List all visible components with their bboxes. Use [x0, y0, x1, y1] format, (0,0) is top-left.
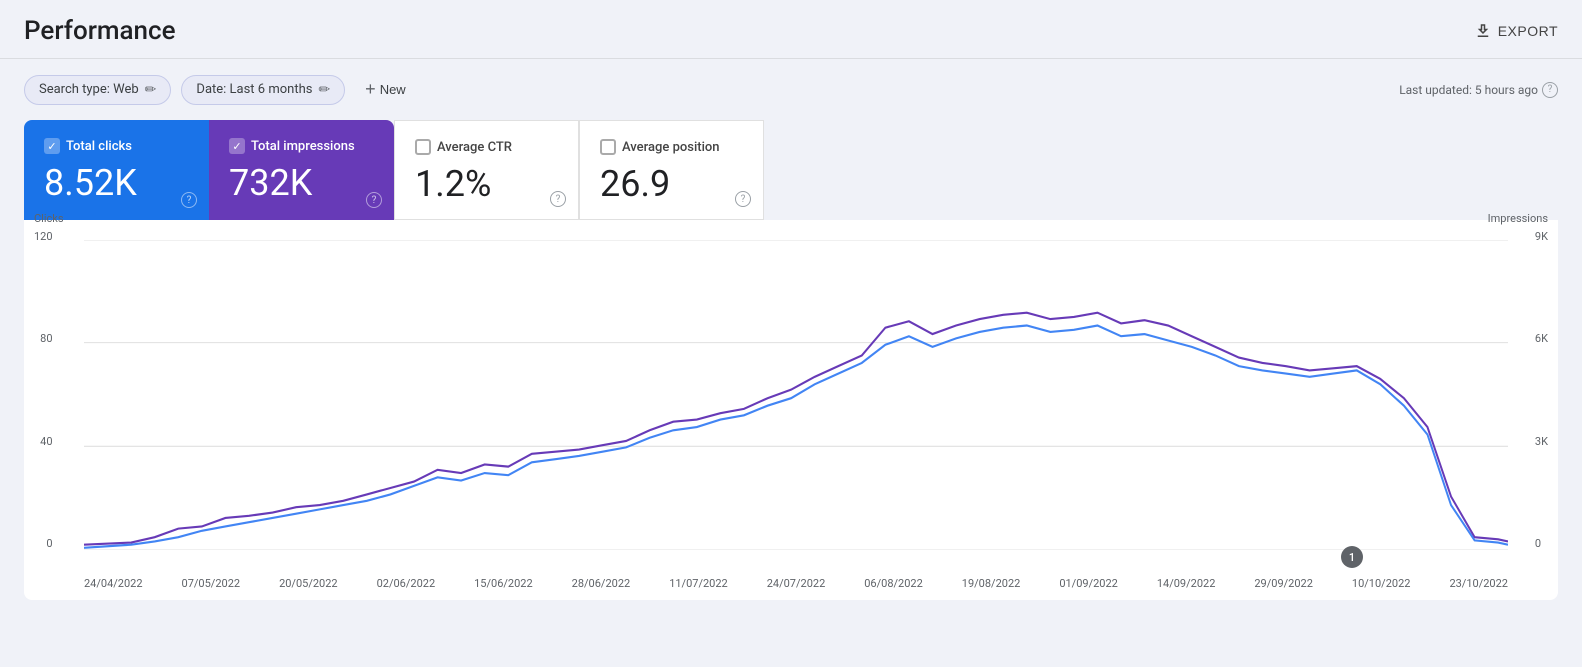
- x-label-8: 06/08/2022: [864, 577, 923, 590]
- last-updated: Last updated: 5 hours ago ?: [1399, 82, 1558, 98]
- x-label-1: 07/05/2022: [182, 577, 241, 590]
- clicks-checkbox: [44, 138, 60, 154]
- metric-position-value: 26.9: [600, 163, 743, 205]
- y-left-axis: 120 80 40 0: [34, 230, 53, 550]
- ctr-checkbox: [415, 139, 431, 155]
- edit-icon-date: ✏: [318, 82, 330, 98]
- x-label-14: 23/10/2022: [1449, 577, 1508, 590]
- page-header: Performance EXPORT: [0, 0, 1582, 59]
- x-label-4: 15/06/2022: [474, 577, 533, 590]
- date-filter[interactable]: Date: Last 6 months ✏: [181, 75, 345, 105]
- x-label-11: 14/09/2022: [1157, 577, 1216, 590]
- search-type-label: Search type: Web: [39, 82, 139, 97]
- annotation-dot-1[interactable]: 1: [1341, 546, 1363, 568]
- impressions-help-icon[interactable]: ?: [366, 192, 382, 208]
- x-label-5: 28/06/2022: [572, 577, 631, 590]
- x-label-12: 29/09/2022: [1254, 577, 1313, 590]
- search-type-filter[interactable]: Search type: Web ✏: [24, 75, 171, 105]
- y-right-label: Impressions: [1488, 212, 1548, 225]
- export-button[interactable]: EXPORT: [1474, 22, 1558, 40]
- new-button[interactable]: + New: [355, 73, 416, 106]
- new-label: New: [380, 82, 406, 97]
- y-left-label: Clicks: [34, 212, 64, 225]
- metric-clicks-value: 8.52K: [44, 162, 189, 204]
- page-title: Performance: [24, 16, 176, 46]
- metric-total-impressions[interactable]: Total impressions 732K ?: [209, 120, 394, 220]
- x-label-2: 20/05/2022: [279, 577, 338, 590]
- x-label-3: 02/06/2022: [377, 577, 436, 590]
- position-help-icon[interactable]: ?: [735, 191, 751, 207]
- clicks-line: [84, 326, 1508, 548]
- x-label-7: 24/07/2022: [767, 577, 826, 590]
- metric-impressions-value: 732K: [229, 162, 374, 204]
- chart-area: Clicks Impressions 120 80 40 0 9K 6K 3K …: [24, 220, 1558, 600]
- ctr-help-icon[interactable]: ?: [550, 191, 566, 207]
- metric-impressions-label: Total impressions: [229, 138, 374, 154]
- toolbar: Search type: Web ✏ Date: Last 6 months ✏…: [0, 59, 1582, 120]
- metric-average-ctr[interactable]: Average CTR 1.2% ?: [394, 120, 579, 220]
- metric-ctr-value: 1.2%: [415, 163, 558, 205]
- x-label-10: 01/09/2022: [1059, 577, 1118, 590]
- x-axis-labels: 24/04/2022 07/05/2022 20/05/2022 02/06/2…: [84, 577, 1508, 590]
- metric-total-clicks[interactable]: Total clicks 8.52K ?: [24, 120, 209, 220]
- x-label-0: 24/04/2022: [84, 577, 143, 590]
- chart-svg: [84, 240, 1508, 550]
- metric-position-label: Average position: [600, 139, 743, 155]
- metric-clicks-label: Total clicks: [44, 138, 189, 154]
- plus-icon: +: [365, 79, 376, 100]
- y-right-axis: 9K 6K 3K 0: [1535, 230, 1548, 550]
- last-updated-info-icon[interactable]: ?: [1542, 82, 1558, 98]
- chart-svg-container: [84, 240, 1508, 550]
- edit-icon: ✏: [145, 82, 157, 98]
- x-label-9: 19/08/2022: [962, 577, 1021, 590]
- metrics-row: Total clicks 8.52K ? Total impressions 7…: [24, 120, 1558, 220]
- date-label: Date: Last 6 months: [196, 82, 312, 97]
- impressions-line: [84, 313, 1508, 545]
- download-icon: [1474, 22, 1492, 40]
- metric-ctr-label: Average CTR: [415, 139, 558, 155]
- x-label-6: 11/07/2022: [669, 577, 728, 590]
- x-label-13: 10/10/2022: [1352, 577, 1411, 590]
- clicks-help-icon[interactable]: ?: [181, 192, 197, 208]
- position-checkbox: [600, 139, 616, 155]
- impressions-checkbox: [229, 138, 245, 154]
- metric-average-position[interactable]: Average position 26.9 ?: [579, 120, 764, 220]
